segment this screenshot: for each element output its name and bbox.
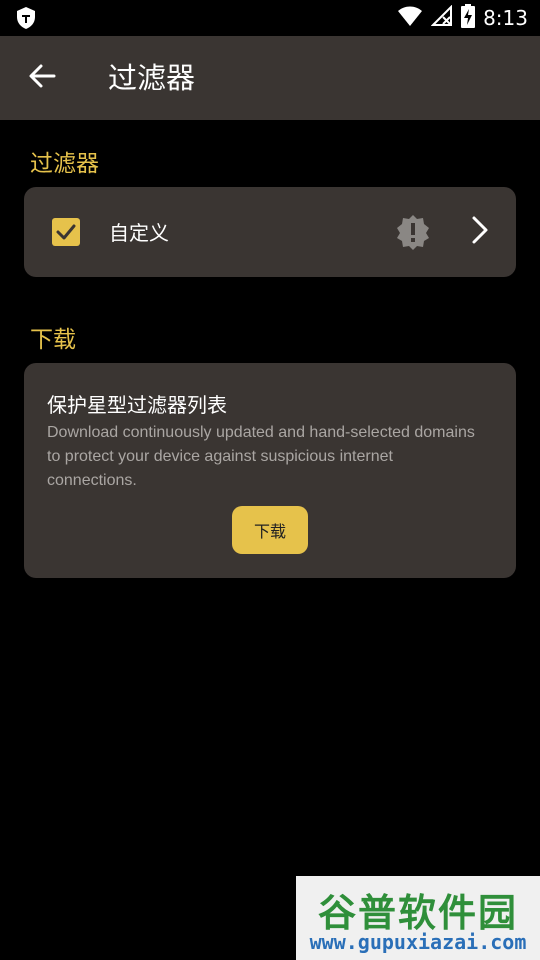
custom-filter-open-button[interactable] bbox=[460, 212, 500, 252]
status-bar: 8:13 bbox=[0, 0, 540, 36]
custom-filter-label: 自定义 bbox=[109, 221, 169, 245]
page-title: 过滤器 bbox=[108, 61, 196, 95]
watermark-url: www.gupuxiazai.com bbox=[309, 930, 527, 954]
back-button[interactable] bbox=[22, 58, 62, 98]
shield-notification-icon bbox=[14, 6, 38, 30]
filter-list-title: 保护星型过滤器列表 bbox=[47, 393, 227, 417]
section-label-filters: 过滤器 bbox=[30, 151, 99, 177]
watermark: 谷普软件园 www.gupuxiazai.com bbox=[296, 876, 540, 960]
alert-badge-icon[interactable] bbox=[394, 213, 432, 251]
status-time: 8:13 bbox=[483, 6, 528, 30]
custom-filter-checkbox[interactable] bbox=[52, 218, 80, 246]
wifi-icon bbox=[397, 5, 423, 31]
custom-filter-row[interactable]: 自定义 bbox=[24, 187, 516, 277]
download-button[interactable]: 下载 bbox=[232, 506, 308, 554]
chevron-right-icon bbox=[468, 215, 492, 249]
download-card: 保护星型过滤器列表 Download continuously updated … bbox=[24, 363, 516, 578]
check-icon bbox=[56, 224, 76, 240]
filter-list-description: Download continuously updated and hand-s… bbox=[47, 424, 475, 489]
app-bar: 过滤器 bbox=[0, 36, 540, 120]
watermark-brand: 谷普软件园 bbox=[317, 891, 518, 935]
battery-charging-icon bbox=[461, 4, 476, 32]
arrow-back-icon bbox=[28, 62, 56, 94]
no-signal-icon bbox=[430, 4, 453, 31]
section-label-download: 下载 bbox=[30, 327, 76, 353]
